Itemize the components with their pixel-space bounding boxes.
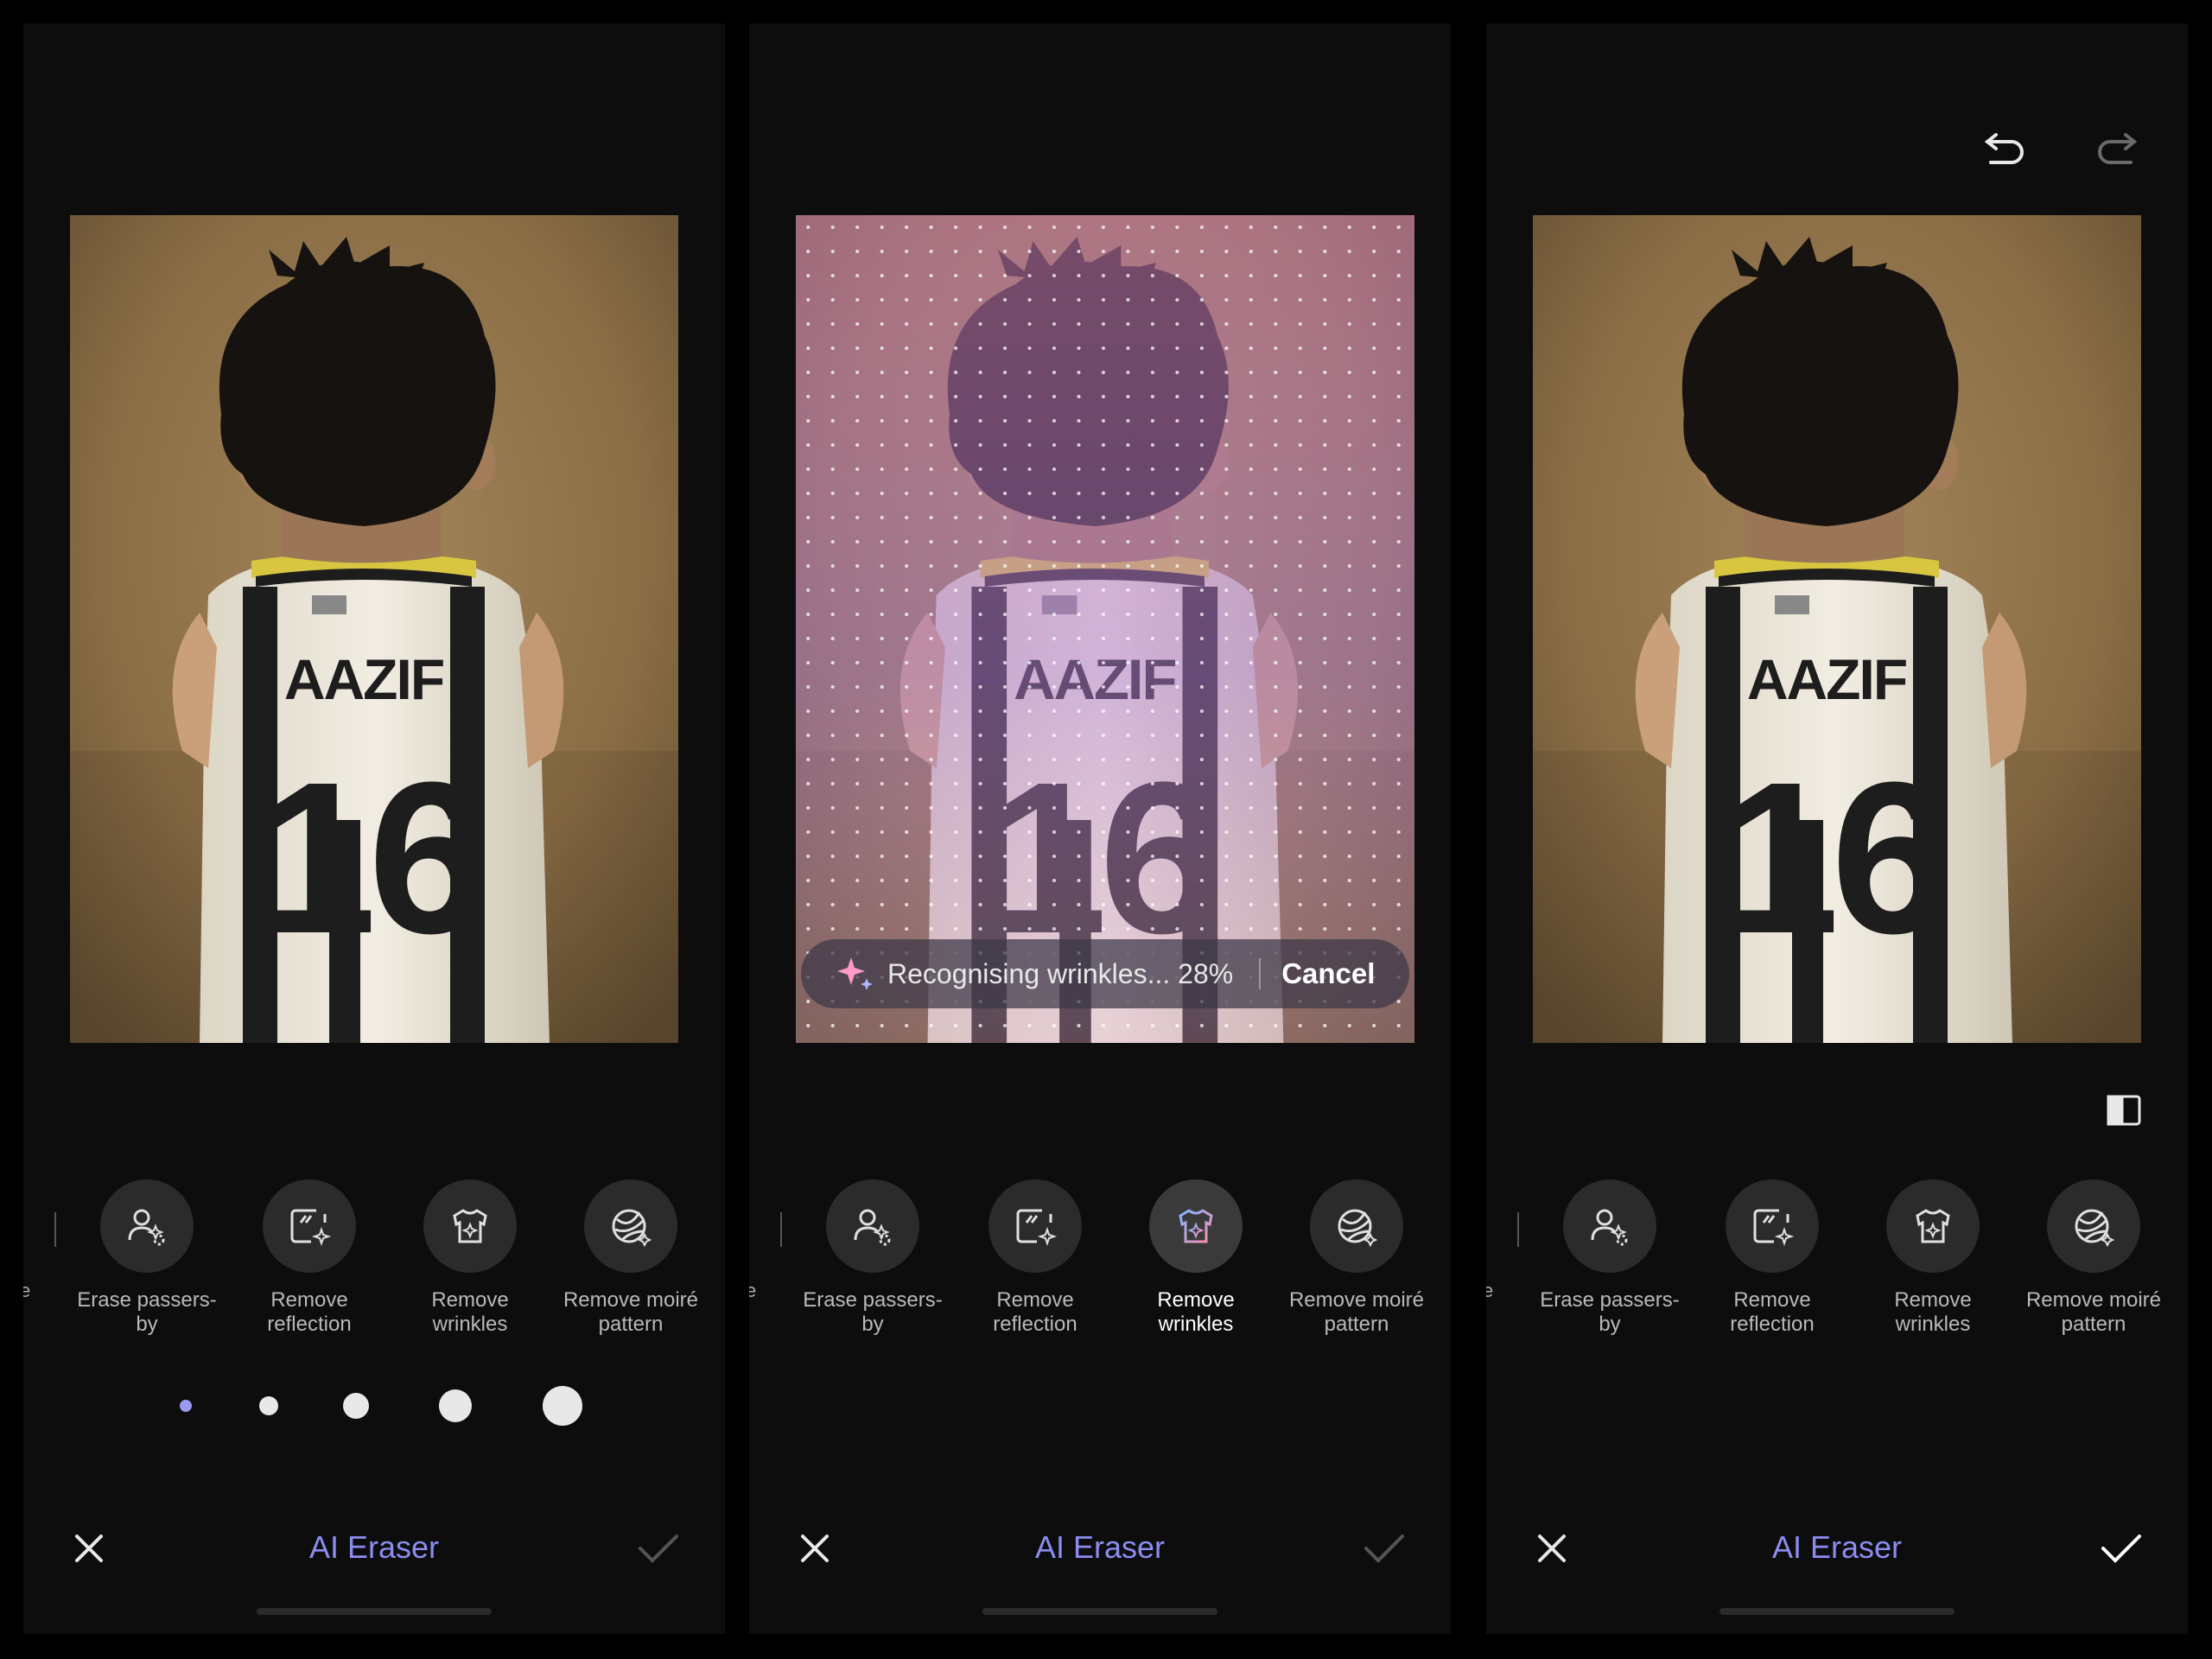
moire-icon	[612, 1209, 652, 1248]
bottom-bar: AI Eraser	[1486, 1522, 2188, 1574]
reflection-icon	[1016, 1209, 1058, 1247]
bottom-bar: AI Eraser	[749, 1522, 1451, 1574]
partial-tool-label: e	[1486, 1280, 1494, 1301]
moire-icon	[2075, 1209, 2115, 1248]
redo-icon	[2098, 133, 2138, 164]
tool-label: Remove reflection	[993, 1288, 1077, 1336]
undo-icon	[1984, 133, 2024, 164]
shirt-icon	[1179, 1209, 1213, 1243]
tool-label: Remove wrinkles	[1157, 1288, 1235, 1336]
tool-label: Erase passers-by	[77, 1288, 217, 1336]
partial-tool-label: e	[749, 1280, 757, 1301]
editor-panel-processing: Recognising wrinkles... 28% Cancel e Era…	[749, 23, 1451, 1634]
divider	[1259, 958, 1262, 989]
tool-remove-moire[interactable]: Remove moiré pattern	[2012, 1179, 2176, 1337]
undo-button[interactable]	[1979, 127, 2031, 170]
tool-erase-passers-by[interactable]: Erase passers-by	[791, 1179, 955, 1337]
tool-label: Remove moiré pattern	[1288, 1288, 1425, 1336]
editor-panel-done: e Erase passers-by Remove reflection Remo…	[1486, 23, 2188, 1634]
partial-tool-label: e	[23, 1280, 31, 1301]
tool-erase-passers-by[interactable]: Erase passers-by	[1528, 1179, 1692, 1337]
home-indicator[interactable]	[257, 1608, 492, 1615]
tool-remove-wrinkles[interactable]: Remove wrinkles	[388, 1179, 552, 1337]
tool-remove-wrinkles[interactable]: Remove wrinkles	[1851, 1179, 2015, 1337]
tool-label: Remove moiré pattern	[2025, 1288, 2162, 1336]
brush-size-3[interactable]	[343, 1393, 369, 1419]
page-title: AI Eraser	[1771, 1529, 1903, 1565]
progress-toast: Recognising wrinkles... 28% Cancel	[801, 939, 1409, 1008]
redo-button[interactable]	[2091, 127, 2143, 170]
person-sparkle-icon	[1591, 1209, 1628, 1246]
boy-photo-result	[1533, 215, 2141, 1043]
home-indicator[interactable]	[982, 1608, 1217, 1615]
person-sparkle-icon	[854, 1209, 891, 1246]
check-icon[interactable]	[1363, 1529, 1406, 1567]
shirt-icon	[1916, 1209, 1950, 1243]
reflection-icon	[1753, 1209, 1795, 1247]
check-icon[interactable]	[637, 1529, 680, 1567]
tool-erase-passers-by[interactable]: Erase passers-by	[65, 1179, 229, 1337]
tool-strip[interactable]: e Erase passers-by Remove reflection Remo…	[1486, 1155, 2188, 1345]
person-sparkle-icon	[128, 1209, 165, 1246]
brush-size-4[interactable]	[439, 1389, 472, 1422]
photo-preview[interactable]	[1533, 215, 2141, 1043]
tool-separator	[54, 1212, 56, 1247]
progress-text: Recognising wrinkles... 28%	[887, 957, 1234, 989]
editor-panel-initial: e Erase passers-by Remove reflection Remo…	[23, 23, 725, 1634]
reflection-icon	[290, 1209, 332, 1247]
tool-remove-moire[interactable]: Remove moiré pattern	[549, 1179, 713, 1337]
tool-remove-wrinkles-active[interactable]: Remove wrinkles	[1114, 1179, 1278, 1337]
moire-icon	[1338, 1209, 1378, 1248]
sparkle-icon	[837, 957, 873, 990]
brush-size-1[interactable]	[180, 1400, 192, 1412]
compare-icon[interactable]	[2105, 1091, 2143, 1129]
tool-strip[interactable]: e Erase passers-by Remove reflection Remo…	[749, 1155, 1451, 1345]
brush-size-selector[interactable]	[23, 1380, 725, 1432]
photo-preview[interactable]	[70, 215, 678, 1043]
brush-size-5[interactable]	[543, 1386, 582, 1426]
boy-photo	[70, 215, 678, 1043]
boy-photo-processing	[796, 215, 1414, 1043]
tool-remove-reflection[interactable]: Remove reflection	[1690, 1179, 1854, 1337]
shirt-icon	[453, 1209, 487, 1243]
tool-remove-reflection[interactable]: Remove reflection	[227, 1179, 391, 1337]
tool-label: Erase passers-by	[1540, 1288, 1680, 1336]
cancel-button[interactable]: Cancel	[1281, 957, 1375, 990]
tool-separator	[1517, 1212, 1519, 1247]
bottom-bar: AI Eraser	[23, 1522, 725, 1574]
history-controls	[1979, 127, 2143, 170]
tool-label: Remove reflection	[1730, 1288, 1815, 1336]
tool-label: Remove reflection	[267, 1288, 352, 1336]
photo-preview: Recognising wrinkles... 28% Cancel	[796, 215, 1414, 1043]
tool-separator	[780, 1212, 782, 1247]
home-indicator[interactable]	[1719, 1608, 1955, 1615]
tool-label: Erase passers-by	[803, 1288, 943, 1336]
tool-label: Remove wrinkles	[1894, 1288, 1972, 1336]
tool-label: Remove moiré pattern	[563, 1288, 699, 1336]
tool-strip[interactable]: e Erase passers-by Remove reflection Remo…	[23, 1155, 725, 1345]
tool-remove-reflection[interactable]: Remove reflection	[953, 1179, 1117, 1337]
tool-label: Remove wrinkles	[431, 1288, 509, 1336]
check-icon[interactable]	[2100, 1529, 2143, 1567]
brush-size-2[interactable]	[259, 1396, 278, 1415]
tool-remove-moire[interactable]: Remove moiré pattern	[1274, 1179, 1439, 1337]
page-title: AI Eraser	[308, 1529, 440, 1565]
page-title: AI Eraser	[1034, 1529, 1166, 1565]
